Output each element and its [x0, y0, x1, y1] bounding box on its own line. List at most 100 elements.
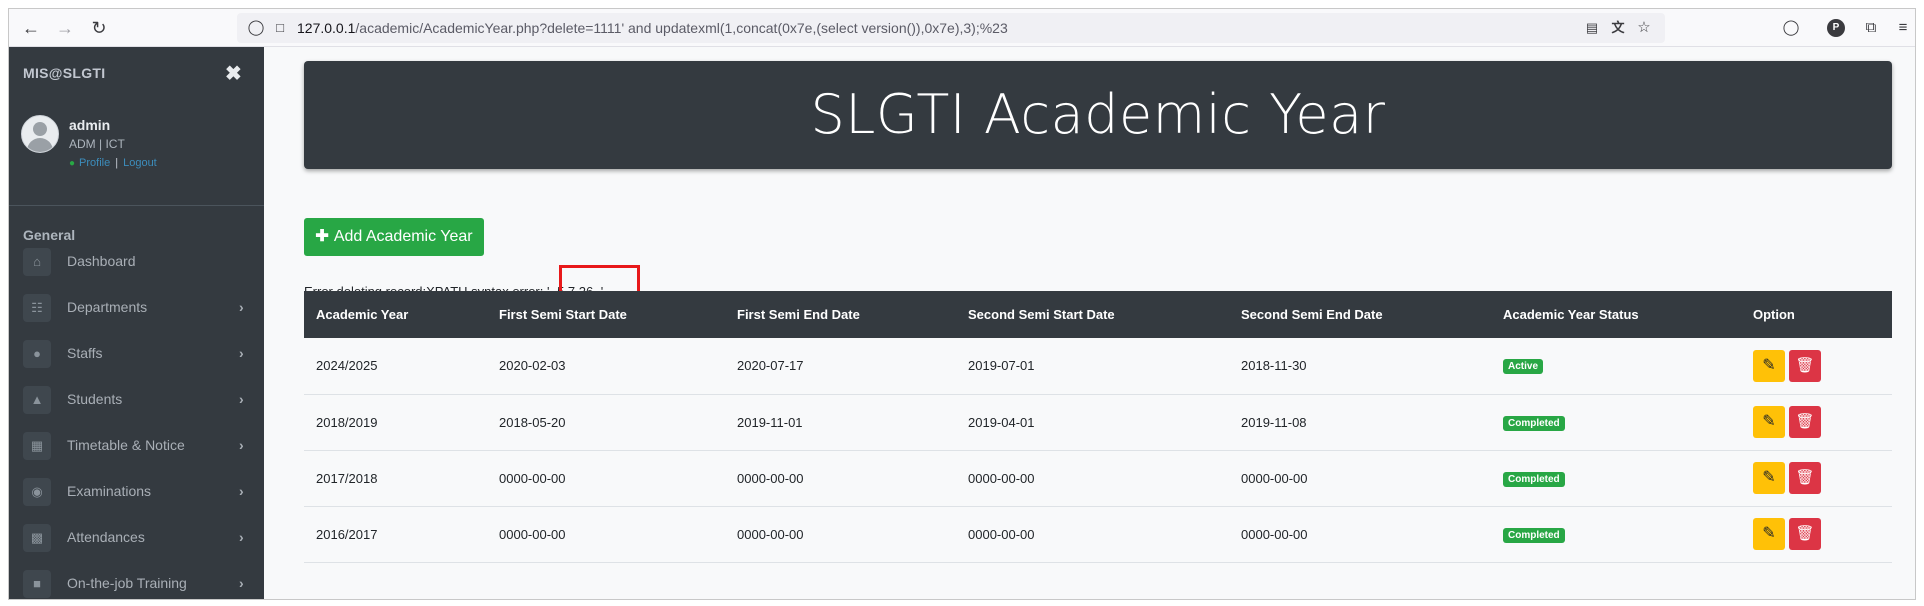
cell-second-end: 2019-11-08 [1241, 414, 1307, 430]
sidebar-item-students[interactable]: ▲ Students › [9, 380, 264, 420]
edit-button[interactable]: ✎ [1753, 518, 1785, 550]
academic-year-table: Academic Year First Semi Start Date Firs… [304, 291, 1892, 563]
user-role: ADM | ICT [69, 137, 125, 151]
sidebar-item-attendances[interactable]: ▩ Attendances › [9, 518, 264, 558]
edit-button[interactable]: ✎ [1753, 349, 1785, 382]
shield-icon[interactable]: ◯ [245, 17, 267, 39]
star-icon[interactable]: ☆ [1633, 17, 1655, 39]
sidebar-section-title: General [23, 227, 76, 243]
home-icon: ⌂ [23, 248, 51, 276]
translate-icon[interactable]: 文 [1607, 17, 1629, 39]
user-icon: ● [23, 340, 51, 368]
chevron-right-icon: › [239, 391, 244, 407]
main-content: SLGTI Academic Year ✚ Add Academic Year E… [264, 47, 1915, 599]
cell-first-end: 0000-00-00 [737, 470, 804, 486]
sidebar-item-label: Departments [67, 299, 148, 315]
page-header: SLGTI Academic Year [304, 61, 1892, 169]
user-links: ● Profile | Logout [69, 157, 157, 169]
url-text[interactable]: 127.0.0.1/academic/AcademicYear.php?dele… [297, 20, 1008, 36]
cell-second-start: 0000-00-00 [968, 526, 1035, 542]
avatar [21, 115, 59, 153]
back-icon[interactable]: ← [19, 16, 43, 40]
sidebar-item-dashboard[interactable]: ⌂ Dashboard [9, 242, 264, 282]
cell-academic-year: 2017/2018 [316, 470, 378, 486]
sidebar-divider [9, 205, 264, 206]
cell-status: Active [1491, 338, 1741, 394]
url-path: /academic/AcademicYear.php?delete=1111' … [355, 20, 1008, 36]
table-row: 2018/2019 2018-05-20 2019-11-01 2019-04-… [304, 394, 1892, 450]
sidebar-item-label: On-the-job Training [67, 575, 187, 591]
delete-button[interactable]: 🗑 [1789, 462, 1821, 494]
delete-button[interactable]: 🗑 [1789, 518, 1821, 550]
cell-first-start: 0000-00-00 [499, 526, 566, 542]
cell-second-start: 2019-07-01 [968, 358, 1035, 374]
cell-second-end: 0000-00-00 [1241, 526, 1308, 542]
cell-options: ✎ 🗑 [1741, 450, 1892, 506]
chevron-right-icon: › [239, 299, 244, 315]
sidebar-item-label: Students [67, 391, 123, 407]
address-bar[interactable]: ◯ □ 127.0.0.1/academic/AcademicYear.php?… [237, 13, 1665, 43]
delete-button[interactable]: 🗑 [1789, 406, 1821, 438]
column-header: Second Semi End Date [1241, 307, 1383, 322]
browser-window: ← → ↻ ◯ □ 127.0.0.1/academic/AcademicYea… [8, 8, 1916, 600]
table-row: 2024/2025 2020-02-03 2020-07-17 2019-07-… [304, 338, 1892, 394]
cell-first-end: 0000-00-00 [737, 526, 804, 542]
status-badge: Completed [1503, 415, 1565, 431]
cell-status: Completed [1491, 394, 1741, 450]
award-icon: ◉ [23, 478, 51, 506]
chevron-right-icon: › [239, 437, 244, 453]
add-button-label: Add Academic Year [333, 228, 473, 245]
logout-link[interactable]: Logout [123, 157, 157, 169]
pocket-icon[interactable]: ◯ [1780, 17, 1802, 39]
chevron-right-icon: › [239, 483, 244, 499]
browser-toolbar: ← → ↻ ◯ □ 127.0.0.1/academic/AcademicYea… [9, 9, 1915, 47]
cell-academic-year: 2024/2025 [316, 358, 378, 374]
column-header: Option [1753, 307, 1795, 322]
delete-button[interactable]: 🗑 [1789, 349, 1821, 382]
highlight-box [559, 265, 640, 294]
menu-icon[interactable]: ≡ [1892, 17, 1914, 39]
column-header: Second Semi Start Date [968, 307, 1115, 322]
brand-title[interactable]: MIS@SLGTI [23, 65, 105, 81]
cell-second-end: 2018-11-30 [1241, 358, 1307, 374]
briefcase-icon: ■ [23, 570, 51, 598]
edit-button[interactable]: ✎ [1753, 406, 1785, 438]
status-badge: Active [1503, 359, 1544, 375]
calendar-icon: ▦ [23, 432, 51, 460]
add-academic-year-button[interactable]: ✚ Add Academic Year [304, 218, 484, 256]
table-row: 2016/2017 0000-00-00 0000-00-00 0000-00-… [304, 506, 1892, 562]
forward-icon[interactable]: → [53, 16, 77, 40]
page-title: SLGTI Academic Year [810, 83, 1386, 146]
cell-second-start: 2019-04-01 [968, 414, 1035, 430]
extensions-icon[interactable]: ⧉ [1860, 17, 1882, 39]
profile-icon[interactable]: P [1827, 19, 1845, 37]
sidebar-item-timetable[interactable]: ▦ Timetable & Notice › [9, 426, 264, 466]
sidebar-item-label: Attendances [67, 529, 145, 545]
close-icon[interactable]: ✖ [225, 61, 242, 86]
profile-link[interactable]: Profile [79, 157, 110, 169]
sidebar-item-label: Timetable & Notice [67, 437, 185, 453]
table-header-row: Academic Year First Semi Start Date Firs… [304, 291, 1892, 338]
status-badge: Completed [1503, 471, 1565, 487]
status-badge: Completed [1503, 527, 1565, 543]
sidebar-item-examinations[interactable]: ◉ Examinations › [9, 472, 264, 512]
attendance-icon: ▩ [23, 524, 51, 552]
cell-first-start: 0000-00-00 [499, 470, 566, 486]
sidebar-item-staffs[interactable]: ● Staffs › [9, 334, 264, 374]
reader-icon[interactable]: ▤ [1581, 17, 1603, 39]
edit-button[interactable]: ✎ [1753, 462, 1785, 494]
cell-options: ✎ 🗑 [1741, 394, 1892, 450]
plus-icon: ✚ [315, 228, 329, 245]
chevron-right-icon: › [239, 529, 244, 545]
column-header: First Semi End Date [737, 307, 860, 322]
cell-second-start: 0000-00-00 [968, 470, 1035, 486]
cell-options: ✎ 🗑 [1741, 338, 1892, 394]
sidebar-item-departments[interactable]: ☷ Departments › [9, 288, 264, 328]
user-name: admin [69, 117, 111, 133]
cell-status: Completed [1491, 450, 1741, 506]
sidebar-item-ojt[interactable]: ■ On-the-job Training › [9, 564, 264, 599]
cell-status: Completed [1491, 506, 1741, 562]
link-separator: | [115, 157, 119, 169]
chevron-right-icon: › [239, 575, 244, 591]
reload-icon[interactable]: ↻ [87, 16, 111, 40]
